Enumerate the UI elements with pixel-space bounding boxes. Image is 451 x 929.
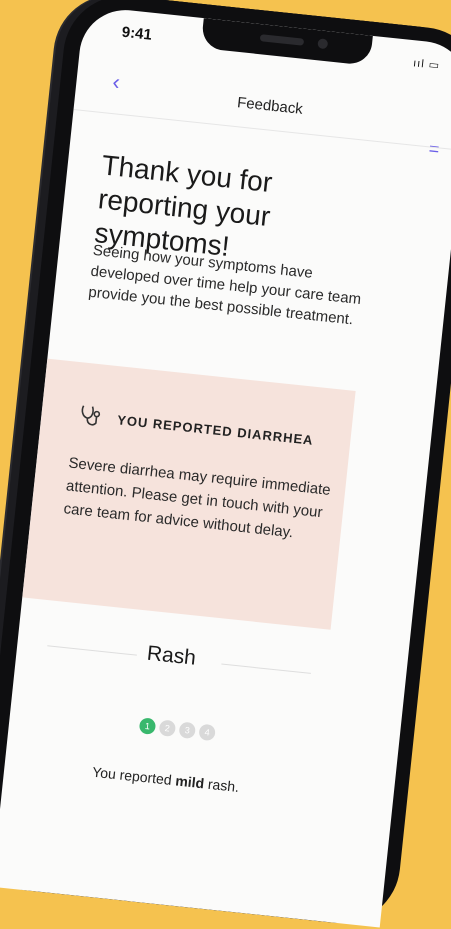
rash-note: You reported mild rash. <box>92 764 240 795</box>
page-title: Feedback <box>236 94 304 118</box>
rash-note-prefix: You reported <box>91 763 177 789</box>
stethoscope-icon <box>76 402 105 437</box>
severity-step-2[interactable]: 2 <box>158 719 177 738</box>
rash-section-title: Rash <box>145 641 198 670</box>
severity-steps: 1 2 3 4 <box>138 717 216 742</box>
phone-notch <box>200 18 373 66</box>
section-divider-left <box>47 645 137 656</box>
severity-step-3[interactable]: 3 <box>178 721 197 740</box>
camera <box>317 38 329 50</box>
diarrhea-alert-card: YOU REPORTED DIARRHEA Severe diarrhea ma… <box>22 358 356 630</box>
app-screen: 9:41 ııl ▭ ‹ Feedback = Thank you for re… <box>0 5 451 928</box>
rash-note-suffix: rash. <box>203 775 240 795</box>
alert-title: YOU REPORTED DIARRHEA <box>116 412 315 448</box>
section-divider-right <box>221 663 311 674</box>
phone-frame: 9:41 ııl ▭ ‹ Feedback = Thank you for re… <box>0 0 451 929</box>
speaker <box>259 34 305 46</box>
severity-step-4[interactable]: 4 <box>198 723 216 742</box>
status-time: 9:41 <box>120 23 153 44</box>
alert-text: Severe diarrhea may require immediate at… <box>62 454 332 542</box>
severity-step-1[interactable]: 1 <box>138 717 157 735</box>
rash-severity-level: mild <box>174 772 205 792</box>
menu-icon[interactable]: = <box>428 138 441 160</box>
signal-battery-icon: ııl ▭ <box>412 57 441 73</box>
